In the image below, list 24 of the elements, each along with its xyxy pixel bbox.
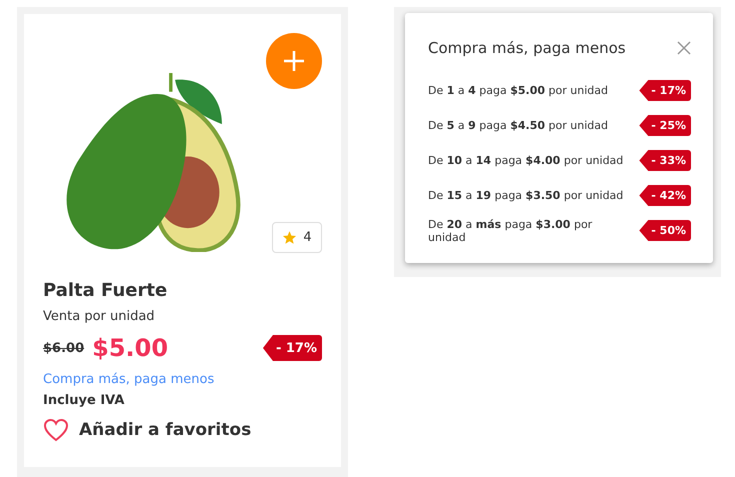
heart-icon [43,418,69,442]
discount-tag: - 17% [262,335,322,361]
popup-title: Compra más, paga menos [428,39,626,57]
old-price: $6.00 [43,340,84,356]
close-icon [677,41,691,55]
discount-tag: - 17% [639,80,691,101]
discount-tag: - 50% [639,220,691,241]
close-button[interactable] [677,41,691,55]
sale-unit: Venta por unidad [43,309,156,324]
discount-tag: - 42% [639,185,691,206]
tier-text: De 10 a 14 paga $4.00 por unidad [428,154,624,167]
price: $5.00 [92,334,170,362]
discount-tag: - 33% [639,150,691,171]
tier-text: De 5 a 9 paga $4.50 por unidad [428,119,608,132]
tier-text: De 1 a 4 paga $5.00 por unidad [428,84,608,97]
tier-text: De 20 a más paga $3.00 por unidad [428,218,594,244]
discount-tag: - 25% [639,115,691,136]
favorite-button[interactable]: Añadir a favoritos [43,418,252,442]
star-icon [282,230,298,245]
product-name: Palta Fuerte [43,280,168,301]
tax-note: Incluye IVA [43,393,126,408]
rating-count: 4 [303,230,312,245]
plus-icon [282,49,306,73]
tier-text: De 15 a 19 paga $3.50 por unidad [428,189,624,202]
